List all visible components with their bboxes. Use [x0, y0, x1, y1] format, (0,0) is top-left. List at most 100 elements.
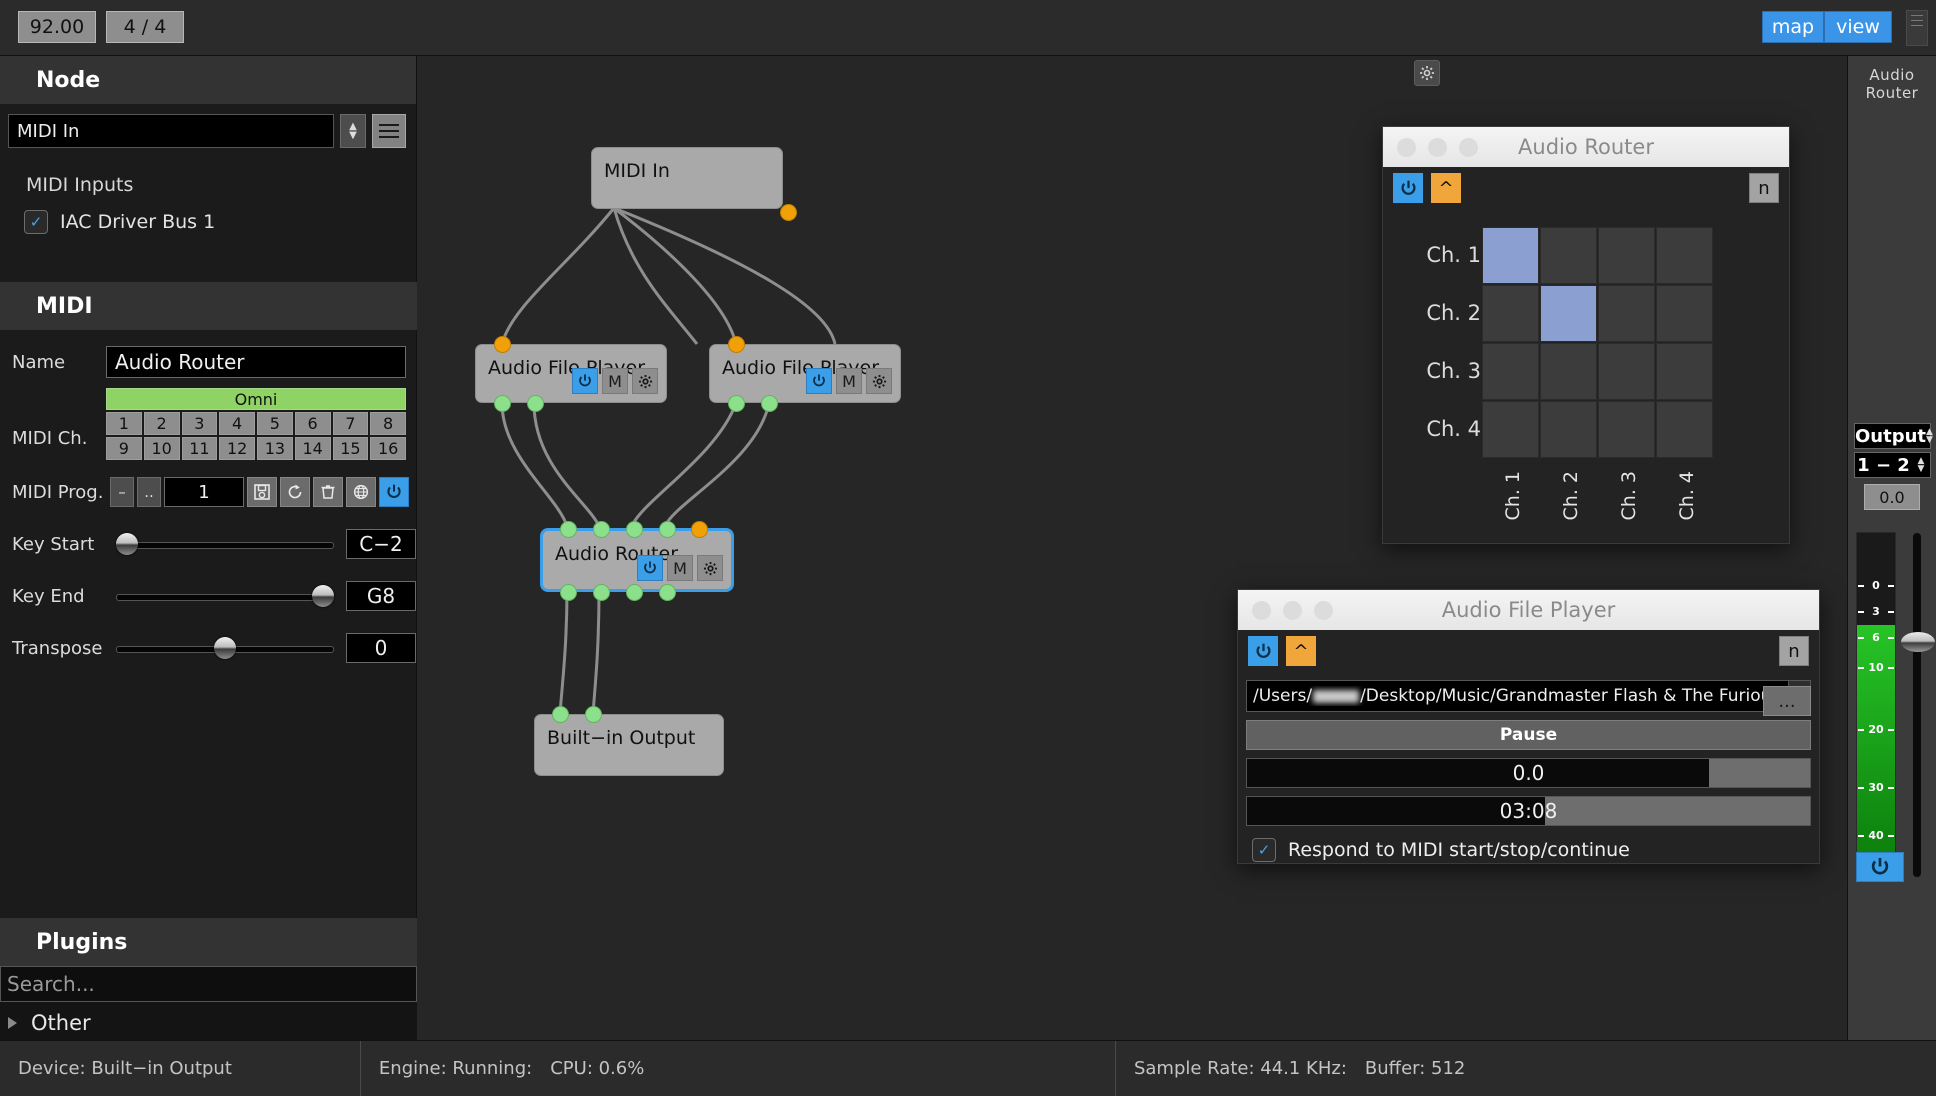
key-start-value[interactable]: C−2: [346, 529, 416, 559]
time-signature-field[interactable]: 4 / 4: [106, 11, 184, 43]
channel-pair-select[interactable]: 1 − 2 ▲ ▼: [1854, 452, 1931, 478]
window-titlebar[interactable]: Audio Router: [1383, 127, 1789, 167]
chevron-updown-icon[interactable]: ▲ ▼: [1912, 457, 1930, 474]
midi-input-row[interactable]: ✓ IAC Driver Bus 1: [0, 196, 416, 234]
playback-duration-bar[interactable]: 03:08: [1246, 796, 1811, 826]
midi-channel-6[interactable]: 6: [294, 412, 331, 435]
window-titlebar[interactable]: Audio File Player: [1238, 590, 1819, 630]
matrix-cell-r1-c3[interactable]: [1598, 227, 1655, 284]
midi-channel-7[interactable]: 7: [332, 412, 369, 435]
close-icon[interactable]: [1397, 137, 1416, 157]
minimize-icon[interactable]: [1283, 600, 1302, 620]
node-port-out-4[interactable]: [659, 584, 676, 601]
power-icon[interactable]: [379, 477, 409, 507]
transport-pause-button[interactable]: Pause: [1246, 720, 1811, 750]
matrix-cell-r3-c4[interactable]: [1656, 343, 1713, 400]
fader-knob[interactable]: [1901, 632, 1935, 652]
node-port-in-2[interactable]: [585, 706, 602, 723]
node-port-midi-in[interactable]: [691, 521, 708, 538]
node-mute-button[interactable]: M: [667, 555, 693, 581]
tempo-field[interactable]: 92.00: [18, 11, 96, 43]
midi-channel-9[interactable]: 9: [106, 437, 142, 460]
midi-channel-12[interactable]: 12: [219, 437, 255, 460]
midi-channel-11[interactable]: 11: [181, 437, 218, 460]
plugin-category-other[interactable]: Other: [0, 1002, 417, 1044]
node-port-in-4[interactable]: [659, 521, 676, 538]
collapse-caret-icon[interactable]: ^: [1286, 636, 1316, 666]
midi-channel-16[interactable]: 16: [370, 437, 406, 460]
key-end-knob[interactable]: [312, 585, 334, 607]
playback-position-bar[interactable]: 0.0: [1246, 758, 1811, 788]
note-button[interactable]: n: [1779, 636, 1809, 666]
matrix-cell-r2-c3[interactable]: [1598, 285, 1655, 342]
node-select-dropdown[interactable]: MIDI In: [8, 114, 334, 148]
midi-channel-13[interactable]: 13: [257, 437, 293, 460]
matrix-cell-r2-c1[interactable]: [1482, 285, 1539, 342]
node-port-in[interactable]: [494, 336, 511, 353]
routing-matrix[interactable]: Ch. 1 Ch. 2 Ch. 3 Ch. 4 Ch. 1 Ch. 2 Ch. 3 Ch. 4: [1383, 209, 1789, 545]
matrix-cell-r1-c4[interactable]: [1656, 227, 1713, 284]
midi-channel-5[interactable]: 5: [257, 412, 293, 435]
midi-channel-14[interactable]: 14: [294, 437, 331, 460]
name-input[interactable]: Audio Router: [106, 346, 406, 378]
node-gear-icon[interactable]: [632, 368, 658, 394]
midi-channel-2[interactable]: 2: [143, 412, 180, 435]
audio-file-player-window[interactable]: Audio File Player ^ n /Users/ /Desktop/Mu…: [1237, 589, 1820, 864]
refresh-icon[interactable]: [280, 477, 310, 507]
close-icon[interactable]: [1252, 600, 1271, 620]
transpose-value[interactable]: 0: [346, 633, 416, 663]
node-port-out-right[interactable]: [761, 395, 778, 412]
node-port-out-left[interactable]: [728, 395, 745, 412]
midi-input-checkbox[interactable]: ✓: [24, 210, 48, 234]
trash-icon[interactable]: [313, 477, 343, 507]
node-power-icon[interactable]: [572, 368, 598, 394]
matrix-cell-r4-c4[interactable]: [1656, 401, 1713, 458]
midi-channel-15[interactable]: 15: [332, 437, 369, 460]
matrix-cell-r2-c4[interactable]: [1656, 285, 1713, 342]
transpose-knob[interactable]: [214, 637, 236, 659]
output-power-icon[interactable]: [1856, 852, 1904, 882]
node-port-out-1[interactable]: [560, 584, 577, 601]
node-port-in-1[interactable]: [560, 521, 577, 538]
map-button[interactable]: map: [1762, 11, 1824, 43]
node-menu-button[interactable]: [372, 114, 406, 148]
respond-midi-checkbox[interactable]: ✓: [1252, 838, 1276, 862]
matrix-cell-r1-c1[interactable]: [1482, 227, 1539, 284]
power-icon[interactable]: [1248, 636, 1278, 666]
node-gear-icon[interactable]: [866, 368, 892, 394]
midi-channel-1[interactable]: 1: [106, 412, 142, 435]
node-graph-canvas[interactable]: MIDI In Audio File Player M Audio File P…: [417, 56, 1847, 1040]
transpose-slider[interactable]: [116, 637, 334, 659]
view-button[interactable]: view: [1824, 11, 1892, 43]
omni-button[interactable]: Omni: [106, 388, 406, 410]
midi-channel-4[interactable]: 4: [219, 412, 255, 435]
midi-prog-minus-button[interactable]: –: [110, 477, 134, 507]
node-port-out-right[interactable]: [527, 395, 544, 412]
output-fader[interactable]: [1901, 532, 1935, 878]
matrix-cell-r3-c1[interactable]: [1482, 343, 1539, 400]
node-port-out-2[interactable]: [593, 584, 610, 601]
node-audio-file-player-1[interactable]: Audio File Player M: [475, 336, 667, 412]
node-audio-router[interactable]: Audio Router M: [541, 521, 733, 601]
node-mute-button[interactable]: M: [602, 368, 628, 394]
power-icon[interactable]: [1393, 173, 1423, 203]
node-audio-file-player-2[interactable]: Audio File Player M: [709, 336, 901, 412]
canvas-settings-gear-icon[interactable]: [1414, 60, 1440, 86]
matrix-cell-r1-c2[interactable]: [1540, 227, 1597, 284]
matrix-cell-r4-c3[interactable]: [1598, 401, 1655, 458]
node-power-icon[interactable]: [806, 368, 832, 394]
chevron-right-icon[interactable]: [8, 1017, 17, 1029]
matrix-cell-r3-c2[interactable]: [1540, 343, 1597, 400]
node-gear-icon[interactable]: [697, 555, 723, 581]
browse-files-button[interactable]: ...: [1763, 686, 1811, 716]
node-stepper[interactable]: ▲ ▼: [340, 114, 366, 148]
collapse-caret-icon[interactable]: ^: [1431, 173, 1461, 203]
node-port-out[interactable]: [780, 204, 797, 221]
node-built-in-output[interactable]: Built−in Output: [534, 706, 724, 776]
maximize-icon[interactable]: [1459, 137, 1478, 157]
key-end-slider[interactable]: [116, 585, 334, 607]
note-button[interactable]: n: [1749, 173, 1779, 203]
midi-channel-10[interactable]: 10: [143, 437, 180, 460]
gain-value-field[interactable]: 0.0: [1864, 484, 1920, 510]
node-port-in[interactable]: [728, 336, 745, 353]
